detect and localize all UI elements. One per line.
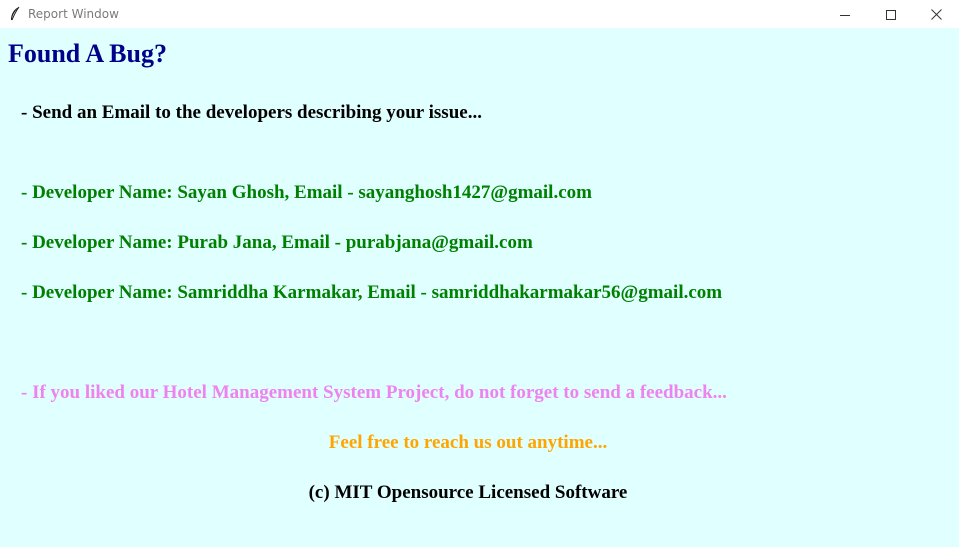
- developer-line-samriddha: - Developer Name: Samriddha Karmakar, Em…: [21, 282, 723, 303]
- window-title: Report Window: [28, 7, 119, 21]
- license-text: (c) MIT Opensource Licensed Software: [308, 482, 628, 503]
- report-content: Found A Bug? - Send an Email to the deve…: [0, 28, 959, 547]
- page-title: Found A Bug?: [8, 39, 167, 68]
- developer-line-purab: - Developer Name: Purab Jana, Email - pu…: [21, 232, 533, 253]
- minimize-button[interactable]: [822, 0, 868, 28]
- developer-line-sayan: - Developer Name: Sayan Ghosh, Email - s…: [21, 182, 592, 203]
- feedback-text: - If you liked our Hotel Management Syst…: [21, 382, 727, 403]
- report-window: Report Window Found A Bug? - Send an Ema…: [0, 0, 959, 547]
- close-button[interactable]: [913, 0, 959, 28]
- minimize-icon: [840, 5, 850, 24]
- send-email-text: - Send an Email to the developers descri…: [21, 102, 482, 123]
- reach-out-text: Feel free to reach us out anytime...: [328, 432, 608, 453]
- title-bar[interactable]: Report Window: [0, 0, 959, 28]
- maximize-button[interactable]: [868, 0, 914, 28]
- close-icon: [930, 5, 942, 24]
- maximize-icon: [886, 5, 896, 24]
- feather-icon: [8, 6, 22, 22]
